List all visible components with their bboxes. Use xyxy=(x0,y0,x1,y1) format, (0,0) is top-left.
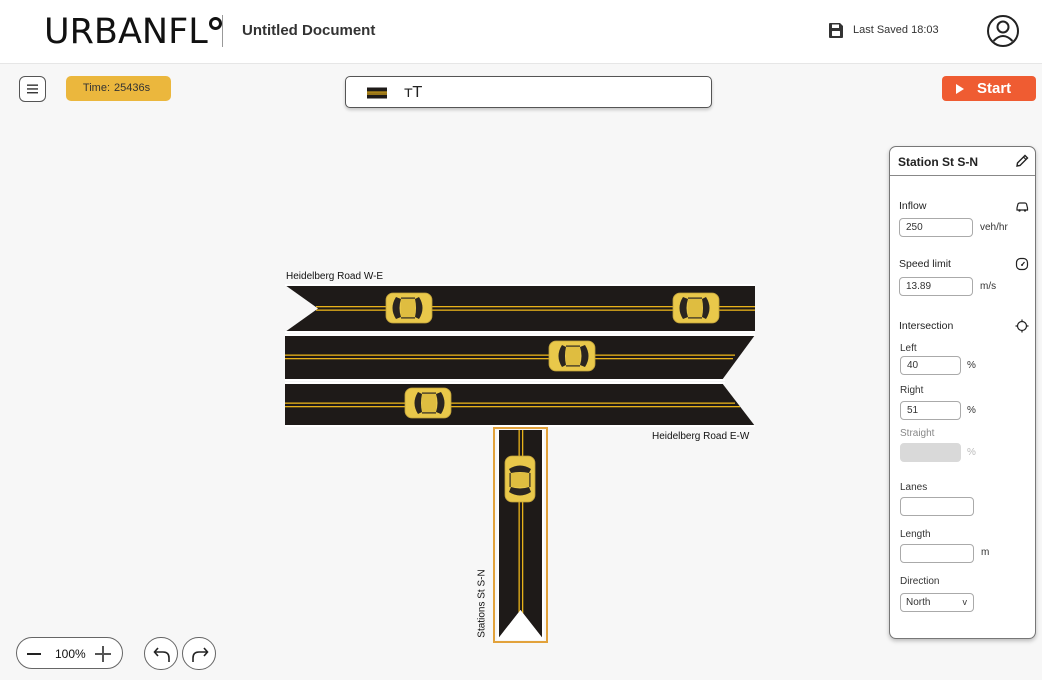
lanes-input[interactable] xyxy=(900,497,974,516)
left-turn-label: Left xyxy=(900,343,917,354)
redo-icon xyxy=(192,647,209,662)
undo-icon xyxy=(153,647,170,662)
crosshair-icon xyxy=(1015,319,1029,333)
right-turn-input[interactable]: 51 xyxy=(900,401,961,420)
road-tool-icon[interactable] xyxy=(367,86,387,100)
inflow-label: Inflow xyxy=(899,200,927,212)
left-turn-input[interactable]: 40 xyxy=(900,356,961,375)
road-network-drawing xyxy=(285,284,755,643)
car-5 xyxy=(504,455,536,503)
zoom-level: 100% xyxy=(55,647,86,661)
car-2 xyxy=(672,292,720,324)
start-button[interactable]: Start xyxy=(942,76,1036,101)
length-unit: m xyxy=(981,547,990,558)
text-tool-button[interactable]: тT xyxy=(404,83,422,101)
menu-icon xyxy=(27,84,38,94)
road-properties-panel: Station St S-N Inflow 250 veh/hr Speed l… xyxy=(889,146,1036,639)
time-value: 25436s xyxy=(114,82,151,94)
speed-limit-label: Speed limit xyxy=(899,258,951,270)
heidelberg-road-e-w[interactable] xyxy=(285,382,755,427)
panel-title: Station St S-N xyxy=(898,155,978,169)
app-header: URBANFL Untitled Document Last Saved 18:… xyxy=(0,0,1042,64)
road-label-e-w: Heidelberg Road E-W xyxy=(652,431,750,442)
car-1 xyxy=(385,292,433,324)
header-divider xyxy=(222,15,223,47)
intersection-label: Intersection xyxy=(899,320,954,332)
last-saved-text: Last Saved 18:03 xyxy=(853,24,939,36)
urbanflo-logo[interactable]: URBANFL xyxy=(44,10,222,54)
length-label: Length xyxy=(900,529,931,540)
zoom-out-button[interactable] xyxy=(27,653,41,655)
straight-input xyxy=(900,443,961,462)
speed-limit-unit: m/s xyxy=(980,281,997,292)
direction-label: Direction xyxy=(900,576,940,587)
logo-o-mark xyxy=(208,17,222,30)
menu-button[interactable] xyxy=(19,76,46,102)
edit-icon[interactable] xyxy=(1015,154,1029,168)
zoom-control: 100% xyxy=(16,637,123,669)
car-icon xyxy=(1016,202,1029,212)
heidelberg-road-middle[interactable] xyxy=(285,334,755,381)
direction-select[interactable]: North v xyxy=(900,593,974,612)
simulation-time-badge: Time: 25436s xyxy=(66,76,171,101)
zoom-in-button[interactable] xyxy=(95,646,111,662)
logo-text: URBANFL xyxy=(44,12,208,52)
save-icon[interactable] xyxy=(828,22,844,39)
speedometer-icon xyxy=(1015,257,1029,271)
direction-value: North xyxy=(906,597,931,608)
start-label: Start xyxy=(977,80,1012,97)
straight-unit: % xyxy=(967,447,976,458)
speed-limit-input[interactable]: 13.89 xyxy=(899,277,973,296)
play-icon xyxy=(956,84,964,94)
document-title[interactable]: Untitled Document xyxy=(242,22,375,39)
road-label-stations-st: Stations St S-N xyxy=(476,569,488,638)
road-label-w-e: Heidelberg Road W-E xyxy=(286,271,384,282)
inflow-input[interactable]: 250 xyxy=(899,218,973,237)
car-3 xyxy=(548,340,596,372)
redo-button[interactable] xyxy=(182,637,216,670)
panel-header: Station St S-N xyxy=(890,147,1035,176)
right-turn-unit: % xyxy=(967,405,976,416)
car-4 xyxy=(404,387,452,419)
undo-button[interactable] xyxy=(144,637,178,670)
drawing-toolbar: тT xyxy=(345,76,712,108)
time-label: Time: xyxy=(82,82,110,94)
lanes-label: Lanes xyxy=(900,482,928,493)
road-network-canvas[interactable]: Heidelberg Road W-E Heidelberg Road E-W … xyxy=(0,110,885,680)
inflow-unit: veh/hr xyxy=(980,222,1008,233)
length-input[interactable] xyxy=(900,544,974,563)
straight-label: Straight xyxy=(900,428,935,439)
user-icon[interactable] xyxy=(986,14,1020,48)
chevron-down-icon: v xyxy=(962,597,968,607)
left-turn-unit: % xyxy=(967,360,976,371)
right-turn-label: Right xyxy=(900,385,924,396)
